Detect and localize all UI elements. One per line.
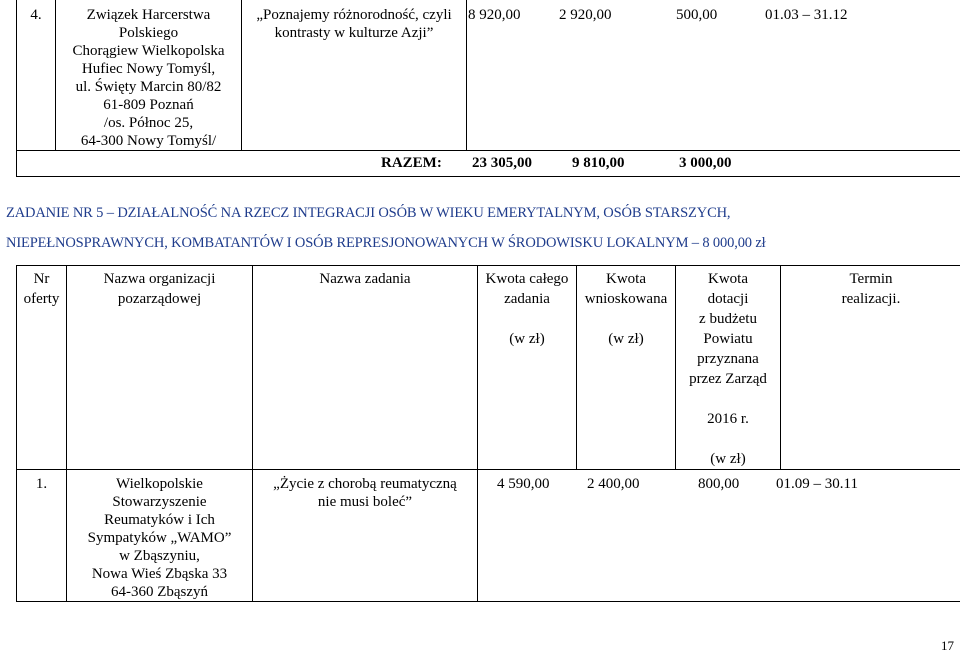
header-row: Nr oferty Nazwa organizacji pozarządowej… [17, 266, 960, 470]
granted-amount: 800,00 [698, 475, 739, 493]
grants-table-task5: Nr oferty Nazwa organizacji pozarządowej… [16, 265, 960, 602]
organization-name: Wielkopolskie Stowarzyszenie Reumatyków … [67, 470, 253, 602]
header-granted: Kwota dotacji z budżetu Powiatu przyznan… [676, 266, 781, 470]
sum-requested: 9 810,00 [572, 154, 625, 172]
table-row: 4. Związek Harcerstwa Polskiego Chorągie… [17, 0, 960, 151]
sum-label: RAZEM: [381, 154, 442, 172]
requested-amount: 2 400,00 [587, 475, 640, 493]
amounts-cell: 8 920,00 2 920,00 500,00 01.03 – 31.12 [467, 0, 960, 151]
document-page: { "top_row": { "no": "4.", "org": "Związ… [0, 0, 960, 653]
total-cost: 4 590,00 [497, 475, 550, 493]
term: 01.09 – 30.11 [776, 475, 858, 493]
header-offer-number: Nr oferty [17, 266, 67, 470]
offer-number: 4. [17, 0, 56, 151]
amounts-cell: 4 590,00 2 400,00 800,00 01.09 – 30.11 [478, 470, 960, 602]
sum-total-cost: 23 305,00 [472, 154, 532, 172]
sum-row: RAZEM: 23 305,00 9 810,00 3 000,00 [17, 151, 960, 177]
task5-heading-line1: ZADANIE NR 5 – DZIAŁALNOŚĆ NA RZECZ INTE… [6, 204, 730, 222]
organization-name: Związek Harcerstwa Polskiego Chorągiew W… [56, 0, 242, 151]
header-requested: Kwota wnioskowana (w zł) [577, 266, 676, 470]
header-term: Termin realizacji. [781, 266, 960, 470]
grants-table-task4: 4. Związek Harcerstwa Polskiego Chorągie… [16, 0, 960, 177]
task-name: „Życie z chorobą reumatyczną nie musi bo… [253, 470, 478, 602]
task-name: „Poznajemy różnorodność, czyli kontrasty… [242, 0, 467, 151]
page-number: 17 [941, 637, 954, 655]
requested-amount: 2 920,00 [559, 6, 612, 24]
offer-number: 1. [17, 470, 67, 602]
header-organization: Nazwa organizacji pozarządowej [67, 266, 253, 470]
table-row: 1. Wielkopolskie Stowarzyszenie Reumatyk… [17, 470, 960, 602]
sum-granted: 3 000,00 [679, 154, 732, 172]
total-cost: 8 920,00 [468, 6, 521, 24]
header-task-name: Nazwa zadania [253, 266, 478, 470]
header-total-cost: Kwota całego zadania (w zł) [478, 266, 577, 470]
task5-heading-line2: NIEPEŁNOSPRAWNYCH, KOMBATANTÓW I OSÓB RE… [6, 234, 766, 252]
sum-cell: RAZEM: 23 305,00 9 810,00 3 000,00 [17, 151, 960, 177]
term: 01.03 – 31.12 [765, 6, 848, 24]
granted-amount: 500,00 [676, 6, 717, 24]
